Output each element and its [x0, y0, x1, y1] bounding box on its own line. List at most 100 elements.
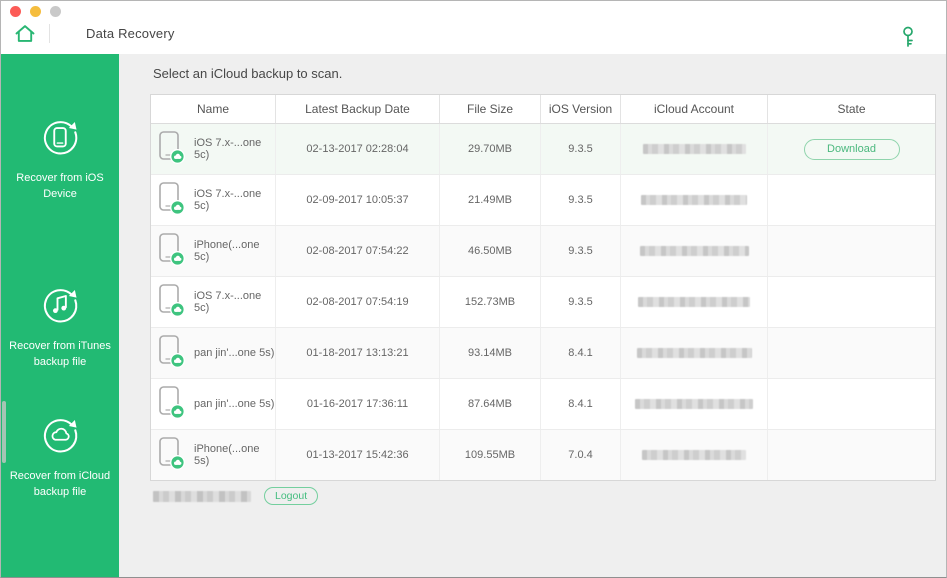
column-header-size: File Size	[440, 95, 541, 123]
sidebar-item-recover-ios-device[interactable]: Recover from iOS Device	[1, 114, 119, 202]
table-header: Name Latest Backup Date File Size iOS Ve…	[151, 95, 935, 124]
table-row[interactable]: iPhone(...one 5s) 01-13-2017 15:42:36 10…	[151, 429, 935, 480]
icloud-account-redacted	[641, 195, 747, 205]
state-cell	[768, 379, 935, 429]
name-cell: iOS 7.x-...one 5c)	[151, 124, 276, 174]
backup-name: iOS 7.x-...one 5c)	[194, 137, 275, 161]
icloud-backup-restore-icon	[37, 412, 83, 463]
backup-date: 02-13-2017 02:28:04	[276, 124, 440, 174]
backup-name: pan jin'...one 5s)	[194, 398, 274, 410]
backup-size: 46.50MB	[440, 226, 541, 276]
table-row[interactable]: iOS 7.x-...one 5c) 02-08-2017 07:54:19 1…	[151, 276, 935, 327]
device-backup-cloud-icon	[158, 283, 185, 321]
state-cell	[768, 328, 935, 378]
column-header-account: iCloud Account	[621, 95, 768, 123]
itunes-backup-restore-icon	[37, 282, 83, 333]
name-cell: pan jin'...one 5s)	[151, 379, 276, 429]
backup-version: 9.3.5	[541, 226, 621, 276]
state-cell: Download	[768, 124, 935, 174]
table-body: iOS 7.x-...one 5c) 02-13-2017 02:28:04 2…	[151, 124, 935, 480]
column-header-version: iOS Version	[541, 95, 621, 123]
account-cell	[621, 430, 768, 480]
backup-name: iOS 7.x-...one 5c)	[194, 290, 275, 314]
column-header-state: State	[768, 95, 935, 123]
backup-date: 01-18-2017 13:13:21	[276, 328, 440, 378]
table-row[interactable]: iOS 7.x-...one 5c) 02-09-2017 10:05:37 2…	[151, 174, 935, 225]
account-cell	[621, 124, 768, 174]
account-cell	[621, 277, 768, 327]
state-cell	[768, 277, 935, 327]
main-content: Select an iCloud backup to scan. Name La…	[119, 54, 946, 577]
device-backup-cloud-icon	[158, 130, 185, 168]
backup-size: 93.14MB	[440, 328, 541, 378]
state-cell	[768, 175, 935, 225]
backup-version: 9.3.5	[541, 277, 621, 327]
backup-version: 8.4.1	[541, 379, 621, 429]
account-cell	[621, 226, 768, 276]
home-icon	[14, 23, 36, 44]
device-backup-cloud-icon	[158, 334, 185, 372]
backup-name: iPhone(...one 5c)	[194, 239, 275, 263]
backup-table: Name Latest Backup Date File Size iOS Ve…	[150, 94, 936, 481]
sidebar: Recover from iOS Device Recover from iTu…	[1, 54, 119, 577]
account-cell	[621, 175, 768, 225]
download-button[interactable]: Download	[804, 139, 900, 160]
name-cell: iPhone(...one 5s)	[151, 430, 276, 480]
sidebar-item-label: Recover from iCloud backup file	[1, 463, 119, 500]
sidebar-item-recover-itunes-backup[interactable]: Recover from iTunes backup file	[1, 282, 119, 370]
minimize-window-button[interactable]	[30, 6, 41, 17]
register-button[interactable]	[900, 25, 916, 49]
title-bar: Data Recovery	[1, 1, 946, 55]
backup-version: 7.0.4	[541, 430, 621, 480]
icloud-account-redacted	[642, 450, 746, 460]
logout-button[interactable]: Logout	[264, 487, 318, 505]
backup-date: 02-09-2017 10:05:37	[276, 175, 440, 225]
backup-name: iPhone(...one 5s)	[194, 443, 275, 467]
table-row[interactable]: pan jin'...one 5s) 01-18-2017 13:13:21 9…	[151, 327, 935, 378]
backup-size: 21.49MB	[440, 175, 541, 225]
device-backup-cloud-icon	[158, 232, 185, 270]
backup-date: 02-08-2017 07:54:22	[276, 226, 440, 276]
zoom-window-button[interactable]	[50, 6, 61, 17]
backup-date: 02-08-2017 07:54:19	[276, 277, 440, 327]
account-cell	[621, 328, 768, 378]
device-backup-cloud-icon	[158, 385, 185, 423]
backup-name: pan jin'...one 5s)	[194, 347, 274, 359]
ios-device-restore-icon	[37, 114, 83, 165]
state-cell	[768, 430, 935, 480]
column-header-date: Latest Backup Date	[276, 95, 440, 123]
table-row[interactable]: iOS 7.x-...one 5c) 02-13-2017 02:28:04 2…	[151, 124, 935, 174]
section-heading: Select an iCloud backup to scan.	[153, 66, 342, 81]
icloud-account-redacted	[643, 144, 746, 154]
backup-size: 87.64MB	[440, 379, 541, 429]
backup-size: 109.55MB	[440, 430, 541, 480]
name-cell: iOS 7.x-...one 5c)	[151, 277, 276, 327]
close-window-button[interactable]	[10, 6, 21, 17]
backup-size: 152.73MB	[440, 277, 541, 327]
name-cell: pan jin'...one 5s)	[151, 328, 276, 378]
backup-size: 29.70MB	[440, 124, 541, 174]
sidebar-item-recover-icloud-backup[interactable]: Recover from iCloud backup file	[1, 412, 119, 500]
backup-date: 01-13-2017 15:42:36	[276, 430, 440, 480]
titlebar-divider	[49, 24, 50, 43]
icloud-account-redacted	[637, 348, 752, 358]
column-header-name: Name	[151, 95, 276, 123]
icloud-account-redacted	[635, 399, 753, 409]
name-cell: iOS 7.x-...one 5c)	[151, 175, 276, 225]
key-icon	[900, 25, 916, 49]
name-cell: iPhone(...one 5c)	[151, 226, 276, 276]
logged-in-account-redacted	[153, 491, 251, 502]
table-row[interactable]: iPhone(...one 5c) 02-08-2017 07:54:22 46…	[151, 225, 935, 276]
table-row[interactable]: pan jin'...one 5s) 01-16-2017 17:36:11 8…	[151, 378, 935, 429]
backup-version: 8.4.1	[541, 328, 621, 378]
icloud-account-redacted	[638, 297, 750, 307]
account-cell	[621, 379, 768, 429]
device-backup-cloud-icon	[158, 436, 185, 474]
page-title: Data Recovery	[86, 26, 175, 41]
sidebar-scrollbar[interactable]	[2, 401, 6, 463]
traffic-lights	[10, 6, 61, 17]
sidebar-item-label: Recover from iTunes backup file	[1, 333, 119, 370]
device-backup-cloud-icon	[158, 181, 185, 219]
sidebar-item-label: Recover from iOS Device	[1, 165, 119, 202]
home-button[interactable]	[14, 23, 36, 44]
